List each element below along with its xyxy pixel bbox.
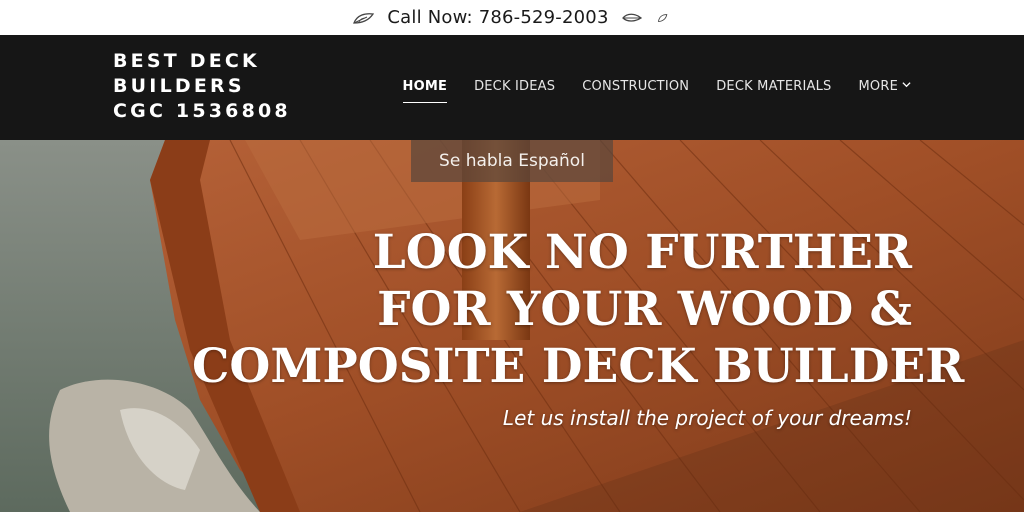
hero-tagline: Let us install the project of your dream… <box>502 406 912 430</box>
nav-more-label: MORE <box>858 79 898 94</box>
hero-section: Se habla Español LOOK NO FURTHER FOR YOU… <box>0 140 1024 512</box>
hero-headline: LOOK NO FURTHER FOR YOUR WOOD & COMPOSIT… <box>192 224 965 395</box>
headline-line: LOOK NO FURTHER <box>372 225 912 280</box>
brand-line: BEST DECK <box>113 50 260 72</box>
main-navigation: HOME DECK IDEAS CONSTRUCTION DECK MATERI… <box>402 79 912 103</box>
top-announcement-bar: Call Now: 786-529-2003 <box>0 0 1024 35</box>
nav-deck-ideas[interactable]: DECK IDEAS <box>474 79 555 98</box>
leaf-icon <box>621 13 642 22</box>
nav-construction[interactable]: CONSTRUCTION <box>582 79 689 98</box>
chevron-down-icon <box>902 82 911 88</box>
site-header: BEST DECK BUILDERS CGC 1536808 HOME DECK… <box>0 35 1024 140</box>
brand-line: BUILDERS <box>113 75 245 97</box>
nav-more[interactable]: MORE <box>859 79 912 98</box>
nav-home[interactable]: HOME <box>402 79 448 103</box>
nav-deck-materials[interactable]: DECK MATERIALS <box>716 79 831 98</box>
leaf-icon <box>657 13 667 22</box>
headline-line: COMPOSITE DECK BUILDER <box>192 339 965 394</box>
headline-line: FOR YOUR WOOD & <box>377 282 912 337</box>
call-now-text[interactable]: Call Now: 786-529-2003 <box>387 7 608 28</box>
brand-line: CGC 1536808 <box>113 100 291 122</box>
brand-logo-text[interactable]: BEST DECK BUILDERS CGC 1536808 <box>113 49 333 124</box>
spanish-badge: Se habla Español <box>411 140 613 182</box>
leaf-icon <box>353 12 375 24</box>
